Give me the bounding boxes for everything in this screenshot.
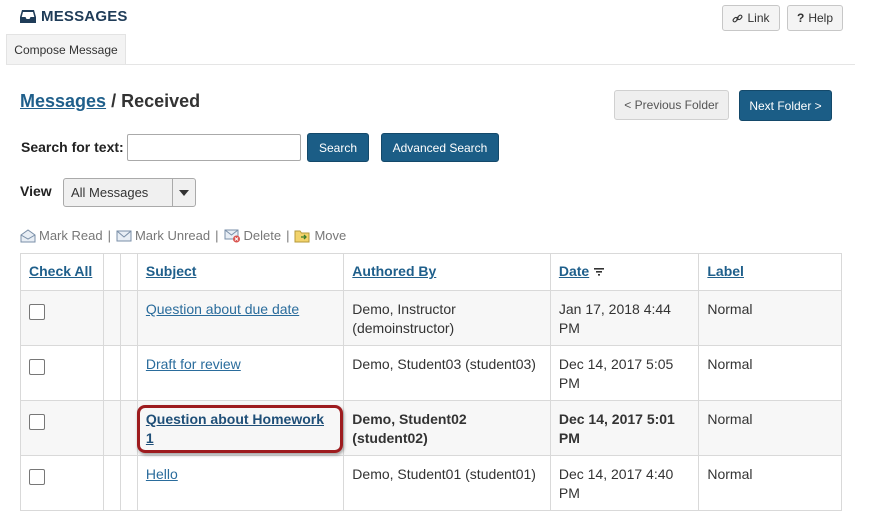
action-separator: | (286, 228, 290, 243)
cell-blank (119, 400, 138, 456)
inbox-icon (20, 9, 36, 23)
checkbox-cell (20, 455, 104, 511)
mark-unread-label: Mark Unread (134, 228, 211, 243)
label-cell: Normal (698, 455, 842, 511)
link-button-label: Link (747, 11, 770, 25)
cell-blank (119, 345, 138, 401)
breadcrumb-messages-link[interactable]: Messages (20, 91, 106, 111)
cell-blank (119, 455, 138, 511)
advanced-search-button[interactable]: Advanced Search (381, 133, 499, 162)
sort-date-link[interactable]: Date (559, 263, 589, 279)
subject-link[interactable]: Question about due date (146, 301, 299, 317)
link-button[interactable]: Link (722, 5, 780, 31)
check-all-link[interactable]: Check All (29, 263, 92, 279)
table-header-row: Check All Subject Authored By Date Label (20, 253, 842, 291)
cell-blank (102, 345, 121, 401)
search-button[interactable]: Search (307, 133, 369, 162)
subject-cell: Question about due date (136, 290, 345, 346)
table-row[interactable]: Question about Homework 1 Demo, Student0… (20, 400, 842, 456)
label-cell: Normal (698, 345, 842, 401)
help-button[interactable]: ? Help (787, 5, 843, 31)
label-cell: Normal (698, 290, 842, 346)
subject-cell: Draft for review (136, 345, 345, 401)
date-header: Date (549, 253, 700, 291)
author-cell: Demo, Student01 (student01) (343, 455, 551, 511)
checkbox-cell (20, 400, 104, 456)
question-icon: ? (796, 11, 805, 25)
breadcrumb-separator: / (106, 91, 122, 111)
label-cell: Normal (698, 400, 842, 456)
view-select[interactable]: All Messages (63, 178, 196, 207)
action-separator: | (215, 228, 219, 243)
sort-descending-icon (594, 268, 605, 276)
move-folder-icon (294, 230, 310, 243)
date-cell: Dec 14, 2017 4:40 PM (549, 455, 700, 511)
compose-message-tab[interactable]: Compose Message (6, 34, 126, 64)
header-blank (119, 253, 138, 291)
sort-label-link[interactable]: Label (707, 263, 744, 279)
messages-table: Check All Subject Authored By Date Label… (20, 253, 842, 511)
date-cell: Dec 14, 2017 5:05 PM (549, 345, 700, 401)
search-input[interactable] (127, 134, 301, 161)
table-row[interactable]: Question about due date Demo, Instructor… (20, 290, 842, 346)
cell-blank (102, 400, 121, 456)
breadcrumb: Messages / Received (20, 91, 200, 112)
row-checkbox[interactable] (29, 469, 45, 485)
subject-header: Subject (136, 253, 345, 291)
subject-link[interactable]: Question about Homework 1 (146, 411, 324, 446)
mark-unread-action[interactable]: Mark Unread (116, 228, 210, 243)
tool-title-text: MESSAGES (41, 7, 128, 25)
next-folder-button[interactable]: Next Folder > (739, 90, 832, 121)
chevron-down-icon (172, 179, 195, 206)
mark-read-action[interactable]: Mark Read (20, 228, 103, 243)
subject-link[interactable]: Hello (146, 466, 178, 482)
move-label: Move (314, 228, 347, 243)
table-row[interactable]: Draft for review Demo, Student03 (studen… (20, 345, 842, 401)
sort-author-link[interactable]: Authored By (352, 263, 436, 279)
open-envelope-icon (20, 228, 36, 242)
tool-title: MESSAGES (19, 6, 128, 26)
move-action[interactable]: Move (294, 228, 346, 243)
cell-blank (102, 290, 121, 346)
header-blank (102, 253, 121, 291)
table-row[interactable]: Hello Demo, Student01 (student01) Dec 14… (20, 455, 842, 511)
breadcrumb-current: Received (121, 91, 201, 111)
divider (6, 64, 855, 65)
message-actions: Mark Read | Mark Unread | Delete | Move (20, 228, 346, 243)
mark-read-label: Mark Read (39, 228, 103, 243)
previous-folder-button[interactable]: < Previous Folder (614, 90, 729, 120)
delete-label: Delete (243, 228, 282, 243)
highlight-box: Question about Homework 1 (136, 405, 344, 453)
cell-blank (102, 455, 121, 511)
sort-subject-link[interactable]: Subject (146, 263, 197, 279)
label-header: Label (698, 253, 842, 291)
row-checkbox[interactable] (29, 304, 45, 320)
delete-envelope-icon (224, 229, 240, 242)
author-cell: Demo, Student02 (student02) (343, 400, 551, 456)
view-label: View (20, 183, 52, 199)
checkbox-cell (20, 345, 104, 401)
author-cell: Demo, Instructor (demoinstructor) (343, 290, 551, 346)
date-cell: Dec 14, 2017 5:01 PM (549, 400, 700, 456)
envelope-icon (116, 230, 132, 241)
view-select-value: All Messages (71, 185, 149, 200)
action-separator: | (107, 228, 111, 243)
row-checkbox[interactable] (29, 414, 45, 430)
date-cell: Jan 17, 2018 4:44 PM (549, 290, 700, 346)
check-all-header: Check All (20, 253, 104, 291)
subject-cell: Question about Homework 1 (136, 400, 345, 456)
subject-cell: Hello (136, 455, 345, 511)
authored-by-header: Authored By (343, 253, 551, 291)
row-checkbox[interactable] (29, 359, 45, 375)
checkbox-cell (20, 290, 104, 346)
delete-action[interactable]: Delete (224, 228, 282, 243)
link-icon (732, 14, 743, 22)
subject-link[interactable]: Draft for review (146, 356, 241, 372)
help-button-label: Help (808, 11, 834, 25)
author-cell: Demo, Student03 (student03) (343, 345, 551, 401)
cell-blank (119, 290, 138, 346)
search-label: Search for text: (21, 139, 124, 155)
